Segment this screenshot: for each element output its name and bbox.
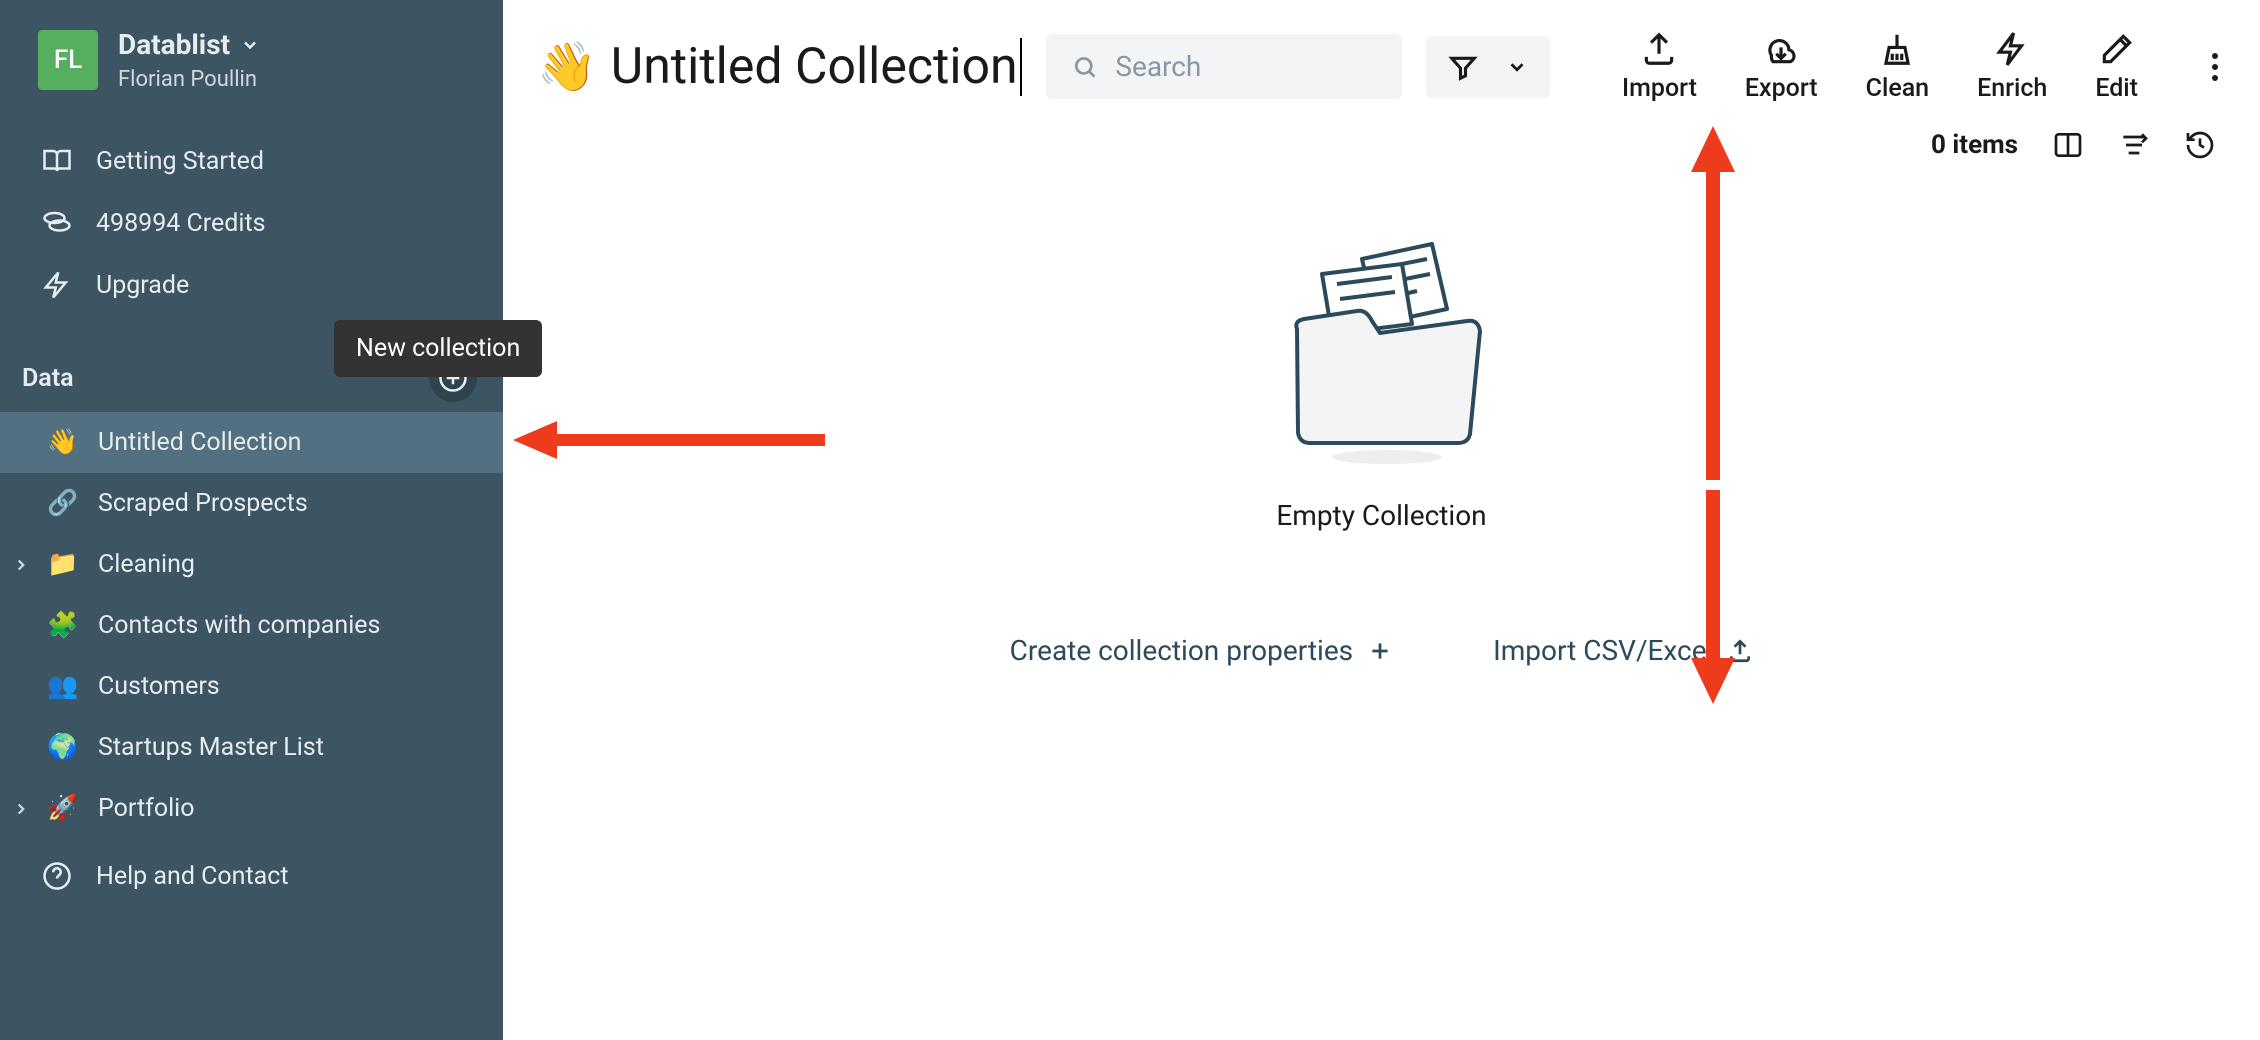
action-label: Create collection properties — [1010, 634, 1354, 667]
import-button[interactable]: Import — [1622, 30, 1697, 103]
collection-emoji: 🧩 — [46, 611, 80, 640]
collection-item[interactable]: 🚀 Portfolio — [0, 778, 503, 839]
upload-icon — [1640, 30, 1678, 68]
sub-toolbar: 0 items — [503, 123, 2260, 179]
collection-item[interactable]: 👥 Customers — [0, 656, 503, 717]
columns-icon — [2052, 129, 2084, 161]
action-label: Export — [1745, 74, 1818, 103]
collection-emoji: 📁 — [46, 550, 80, 579]
sidebar-item-label: Getting Started — [96, 147, 264, 176]
collection-label: Scraped Prospects — [98, 489, 308, 518]
coins-icon — [40, 208, 74, 238]
collection-item[interactable]: 🌍 Startups Master List — [0, 717, 503, 778]
item-count: 0 items — [1931, 130, 2018, 160]
collection-label: Startups Master List — [98, 733, 324, 762]
collection-title-text[interactable]: Untitled Collection — [611, 38, 1022, 96]
collection-item[interactable]: 📁 Cleaning — [0, 534, 503, 595]
sidebar-item-label: Upgrade — [96, 271, 189, 300]
history-button[interactable] — [2184, 129, 2216, 161]
action-label: Import — [1622, 74, 1697, 103]
broom-icon — [1878, 30, 1916, 68]
collection-emoji: 👥 — [46, 672, 80, 701]
history-icon — [2184, 129, 2216, 161]
data-section-title: Data — [22, 364, 74, 393]
collection-item[interactable]: 👋 Untitled Collection — [0, 412, 503, 473]
empty-folder-icon — [1252, 229, 1512, 469]
columns-button[interactable] — [2052, 129, 2084, 161]
book-icon — [40, 146, 74, 176]
new-collection-tooltip: New collection — [334, 320, 542, 377]
filter-button[interactable] — [1426, 36, 1550, 98]
sort-button[interactable] — [2118, 129, 2150, 161]
search-input[interactable] — [1115, 50, 1375, 83]
collection-label: Contacts with companies — [98, 611, 380, 640]
workspace-header[interactable]: FL Datablist Florian Poullin — [0, 18, 503, 112]
collection-emoji: 🔗 — [46, 489, 80, 518]
sidebar-item-label: Help and Contact — [96, 862, 289, 891]
sidebar-item-label: 498994 Credits — [96, 209, 266, 238]
import-csv-button[interactable]: Import CSV/Excel — [1493, 634, 1753, 667]
sidebar-item-help[interactable]: Help and Contact — [0, 845, 503, 907]
collection-label: Portfolio — [98, 794, 195, 823]
sidebar-item-credits[interactable]: 498994 Credits — [0, 192, 503, 254]
create-properties-button[interactable]: Create collection properties — [1010, 634, 1394, 667]
collection-emoji: 🌍 — [46, 733, 80, 762]
export-button[interactable]: Export — [1745, 30, 1818, 103]
help-icon — [40, 861, 74, 891]
chevron-down-icon — [1506, 56, 1528, 78]
action-label: Clean — [1866, 74, 1929, 103]
collection-label: Cleaning — [98, 550, 195, 579]
collection-label: Untitled Collection — [98, 428, 301, 457]
empty-state: Empty Collection Create collection prope… — [503, 229, 2260, 667]
upload-icon — [1727, 638, 1753, 664]
sort-icon — [2118, 129, 2150, 161]
search-box[interactable] — [1046, 34, 1402, 99]
more-menu-button[interactable] — [2204, 35, 2226, 99]
sidebar-item-getting-started[interactable]: Getting Started — [0, 130, 503, 192]
avatar: FL — [38, 30, 98, 90]
toolbar-actions: Import Export Clean Enrich Edit — [1622, 30, 2226, 103]
chevron-right-icon[interactable] — [12, 800, 32, 818]
sidebar-item-upgrade[interactable]: Upgrade — [0, 254, 503, 316]
edit-icon — [2098, 30, 2136, 68]
collection-item[interactable]: 🧩 Contacts with companies — [0, 595, 503, 656]
top-bar: 👋 Untitled Collection Import Export Clea — [503, 0, 2260, 123]
chevron-right-icon[interactable] — [12, 556, 32, 574]
collection-list: 👋 Untitled Collection 🔗 Scraped Prospects 📁 C… — [0, 412, 503, 839]
enrich-button[interactable]: Enrich — [1977, 30, 2047, 103]
action-label: Edit — [2095, 74, 2138, 103]
collection-emoji: 🚀 — [46, 794, 80, 823]
sidebar: FL Datablist Florian Poullin Getting Sta… — [0, 0, 503, 1040]
bolt-icon — [40, 270, 74, 300]
user-name: Florian Poullin — [118, 67, 260, 92]
clean-button[interactable]: Clean — [1866, 30, 1929, 103]
app-name: Datablist — [118, 28, 230, 61]
bolt-icon — [1993, 30, 2031, 68]
action-label: Import CSV/Excel — [1493, 634, 1713, 667]
empty-heading: Empty Collection — [1276, 499, 1486, 532]
edit-button[interactable]: Edit — [2095, 30, 2138, 103]
collection-emoji: 👋 — [537, 38, 597, 95]
action-label: Enrich — [1977, 74, 2047, 103]
chevron-down-icon — [240, 35, 260, 55]
search-icon — [1072, 52, 1098, 82]
download-cloud-icon — [1762, 30, 1800, 68]
main-content: 👋 Untitled Collection Import Export Clea — [503, 0, 2260, 1040]
collection-label: Customers — [98, 672, 220, 701]
plus-icon — [1367, 638, 1393, 664]
filter-icon — [1448, 52, 1478, 82]
collection-item[interactable]: 🔗 Scraped Prospects — [0, 473, 503, 534]
collection-emoji: 👋 — [46, 428, 80, 457]
collection-title[interactable]: 👋 Untitled Collection — [537, 38, 1022, 96]
